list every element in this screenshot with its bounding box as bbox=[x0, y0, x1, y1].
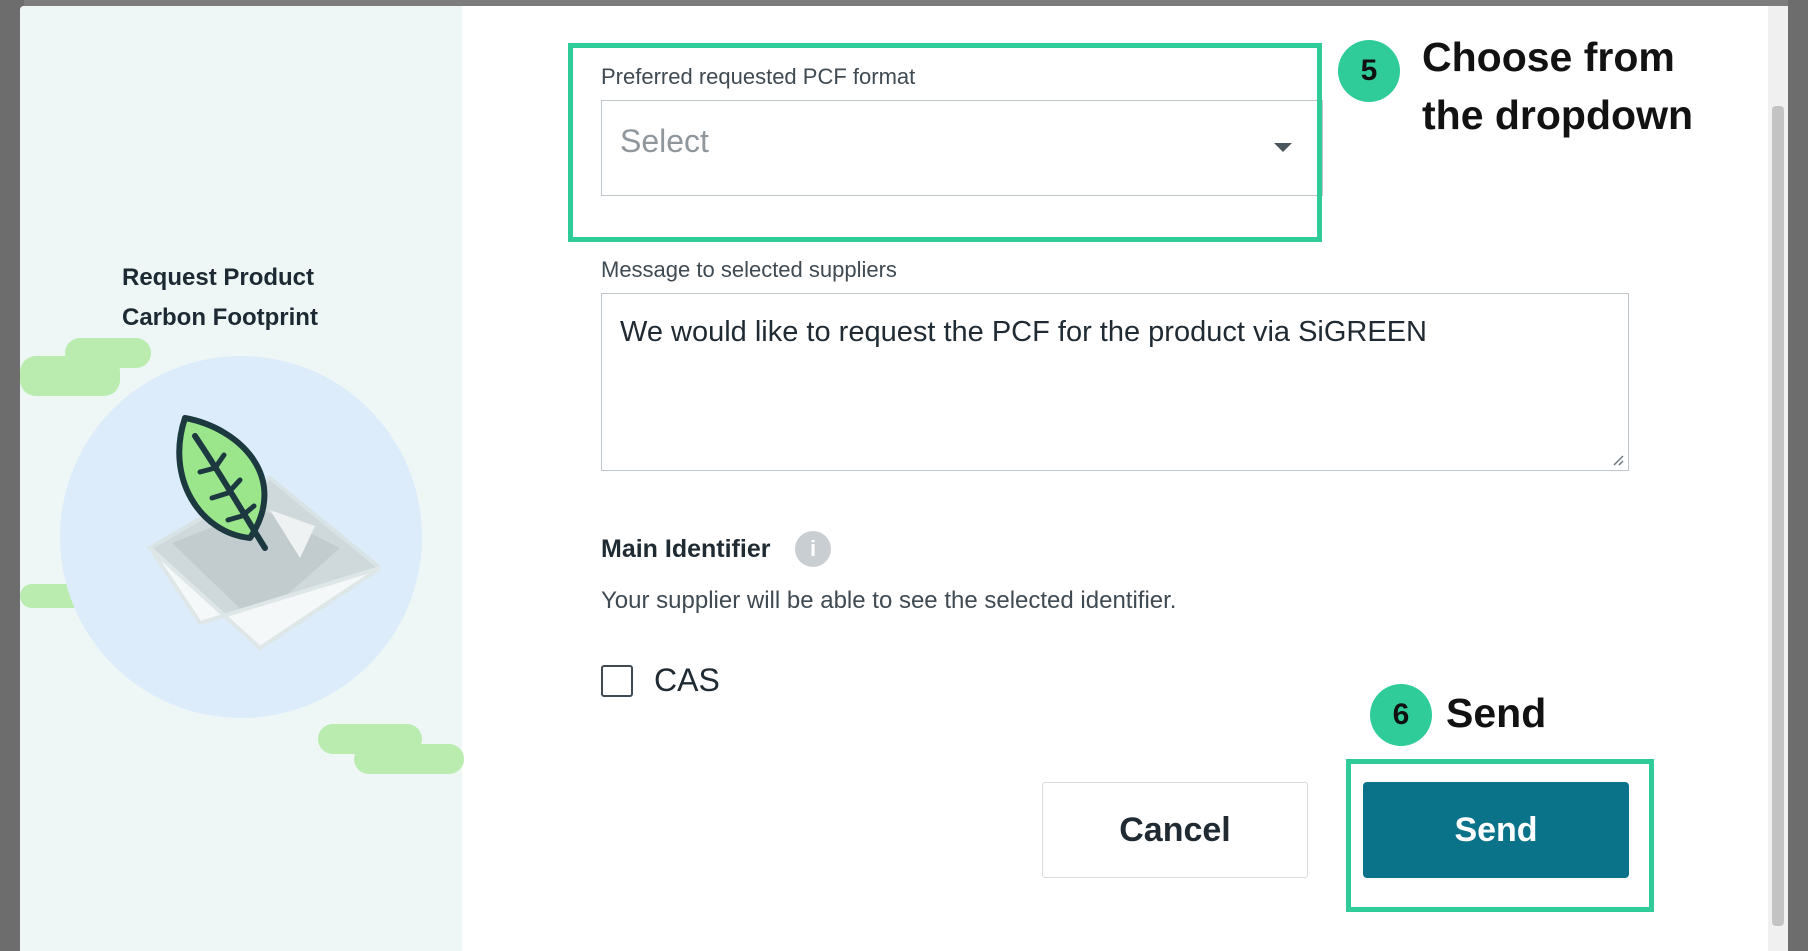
annotation-text-step5: Choose from the dropdown bbox=[1422, 28, 1693, 144]
modal-scrollbar[interactable] bbox=[1768, 6, 1788, 951]
annotation-text-step5-line1: Choose from bbox=[1422, 34, 1675, 80]
message-value: We would like to request the PCF for the… bbox=[620, 316, 1427, 348]
decor-cloud bbox=[65, 338, 151, 368]
message-label: Message to selected suppliers bbox=[601, 257, 897, 282]
annotation-badge-step5: 5 bbox=[1338, 40, 1400, 102]
leaf-envelope-illustration bbox=[146, 415, 380, 651]
main-identifier-hint: Your supplier will be able to see the se… bbox=[601, 587, 1177, 614]
modal-title-line2: Carbon Footprint bbox=[122, 304, 318, 331]
main-identifier-label: Main Identifier bbox=[601, 535, 771, 563]
decor-cloud bbox=[354, 744, 464, 774]
message-textarea[interactable]: We would like to request the PCF for the… bbox=[601, 293, 1629, 471]
annotation-box-step5 bbox=[568, 43, 1322, 242]
resize-grip-icon[interactable] bbox=[1612, 454, 1624, 466]
info-icon[interactable]: i bbox=[795, 531, 831, 567]
cancel-button[interactable]: Cancel bbox=[1042, 782, 1308, 878]
modal-title: Request Product Carbon Footprint bbox=[122, 258, 422, 338]
cas-label[interactable]: CAS bbox=[654, 662, 720, 699]
annotation-badge-step6: 6 bbox=[1370, 684, 1432, 746]
cas-checkbox[interactable] bbox=[601, 665, 633, 697]
backdrop-right-edge bbox=[1788, 0, 1808, 951]
annotation-box-step6 bbox=[1346, 759, 1654, 912]
scrollbar-thumb[interactable] bbox=[1772, 106, 1784, 926]
modal-side-panel: Request Product Carbon Footprint bbox=[20, 6, 464, 951]
modal-title-line1: Request Product bbox=[122, 264, 315, 291]
annotation-text-step5-line2: the dropdown bbox=[1422, 92, 1694, 138]
annotation-text-step6: Send bbox=[1446, 690, 1547, 736]
